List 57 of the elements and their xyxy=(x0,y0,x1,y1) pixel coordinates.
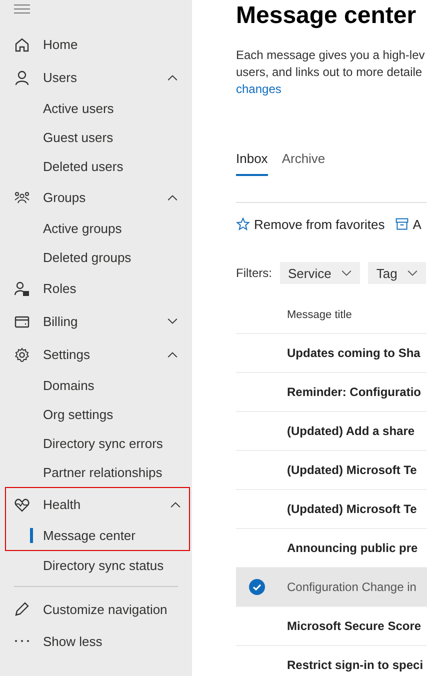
nav-subitem[interactable]: Partner relationships xyxy=(0,458,192,487)
heart-pulse-icon xyxy=(14,496,30,512)
tab[interactable]: Inbox xyxy=(236,145,268,176)
nav-item[interactable]: Billing xyxy=(0,305,192,338)
home-icon xyxy=(14,36,30,52)
table-cell: (Updated) Microsoft Te xyxy=(287,502,417,516)
table-cell: Announcing public pre xyxy=(287,541,418,555)
page-title: Message center xyxy=(236,2,418,30)
tab[interactable]: Archive xyxy=(282,145,326,176)
pencil-icon xyxy=(14,601,30,617)
nav-subitem[interactable]: Active groups xyxy=(0,214,192,243)
filter-dropdown[interactable]: Tag xyxy=(368,262,426,284)
nav-item[interactable]: Show less xyxy=(0,625,192,657)
settings-icon xyxy=(14,346,30,362)
nav-item[interactable]: Groups xyxy=(0,181,192,214)
nav-item[interactable]: Customize navigation xyxy=(0,593,192,625)
archive-icon xyxy=(394,217,409,231)
filter-dropdown[interactable]: Service xyxy=(280,262,360,284)
user-icon xyxy=(14,70,30,86)
description-text: users, and links out to more detaile xyxy=(236,64,424,81)
command-button[interactable]: Remove from favorites xyxy=(236,216,385,232)
star-icon xyxy=(236,217,250,231)
people-icon xyxy=(14,190,30,206)
table-cell: Microsoft Secure Score xyxy=(287,619,422,633)
table-cell: Updates coming to Sha xyxy=(287,346,420,360)
nav-subitem[interactable]: Message center xyxy=(6,521,189,550)
nav-subitem[interactable]: Active users xyxy=(0,94,192,123)
selection-indicator xyxy=(30,528,33,543)
nav-subitem[interactable]: Directory sync status xyxy=(0,551,192,580)
command-button[interactable]: A xyxy=(394,216,422,232)
table-cell: Reminder: Configuratio xyxy=(287,385,421,399)
nav-subitem[interactable]: Deleted groups xyxy=(0,243,192,272)
menu-icon[interactable] xyxy=(14,4,30,14)
table-cell: Restrict sign-in to speci xyxy=(287,658,424,672)
nav-item[interactable]: Users xyxy=(0,61,192,94)
nav-subitem[interactable]: Deleted users xyxy=(0,152,192,181)
nav-item[interactable]: Home xyxy=(0,28,192,61)
table-cell: (Updated) Microsoft Te xyxy=(287,463,417,477)
nav-subitem[interactable]: Guest users xyxy=(0,123,192,152)
table-cell: Configuration Change in xyxy=(287,580,416,594)
filters-label: Filters: xyxy=(236,266,272,280)
description-text: Each message gives you a high-lev xyxy=(236,47,426,64)
chevron-icon xyxy=(341,270,352,276)
nav-subitem[interactable]: Directory sync errors xyxy=(0,429,192,458)
column-header[interactable]: Message title xyxy=(236,284,427,334)
table-cell: (Updated) Add a share xyxy=(287,424,415,438)
check-circle-icon[interactable] xyxy=(249,579,265,595)
card-icon xyxy=(14,314,30,330)
nav-subitem[interactable]: Domains xyxy=(0,371,192,400)
user-badge-icon xyxy=(14,280,30,296)
nav-subitem[interactable]: Org settings xyxy=(0,400,192,429)
nav-item[interactable]: Roles xyxy=(0,272,192,305)
nav-item[interactable]: Health xyxy=(6,488,189,521)
chevron-icon xyxy=(407,270,418,276)
table-row[interactable]: Configuration Change in xyxy=(236,568,427,607)
nav-item[interactable]: Settings xyxy=(0,338,192,371)
changes-link[interactable]: changes xyxy=(236,81,427,98)
